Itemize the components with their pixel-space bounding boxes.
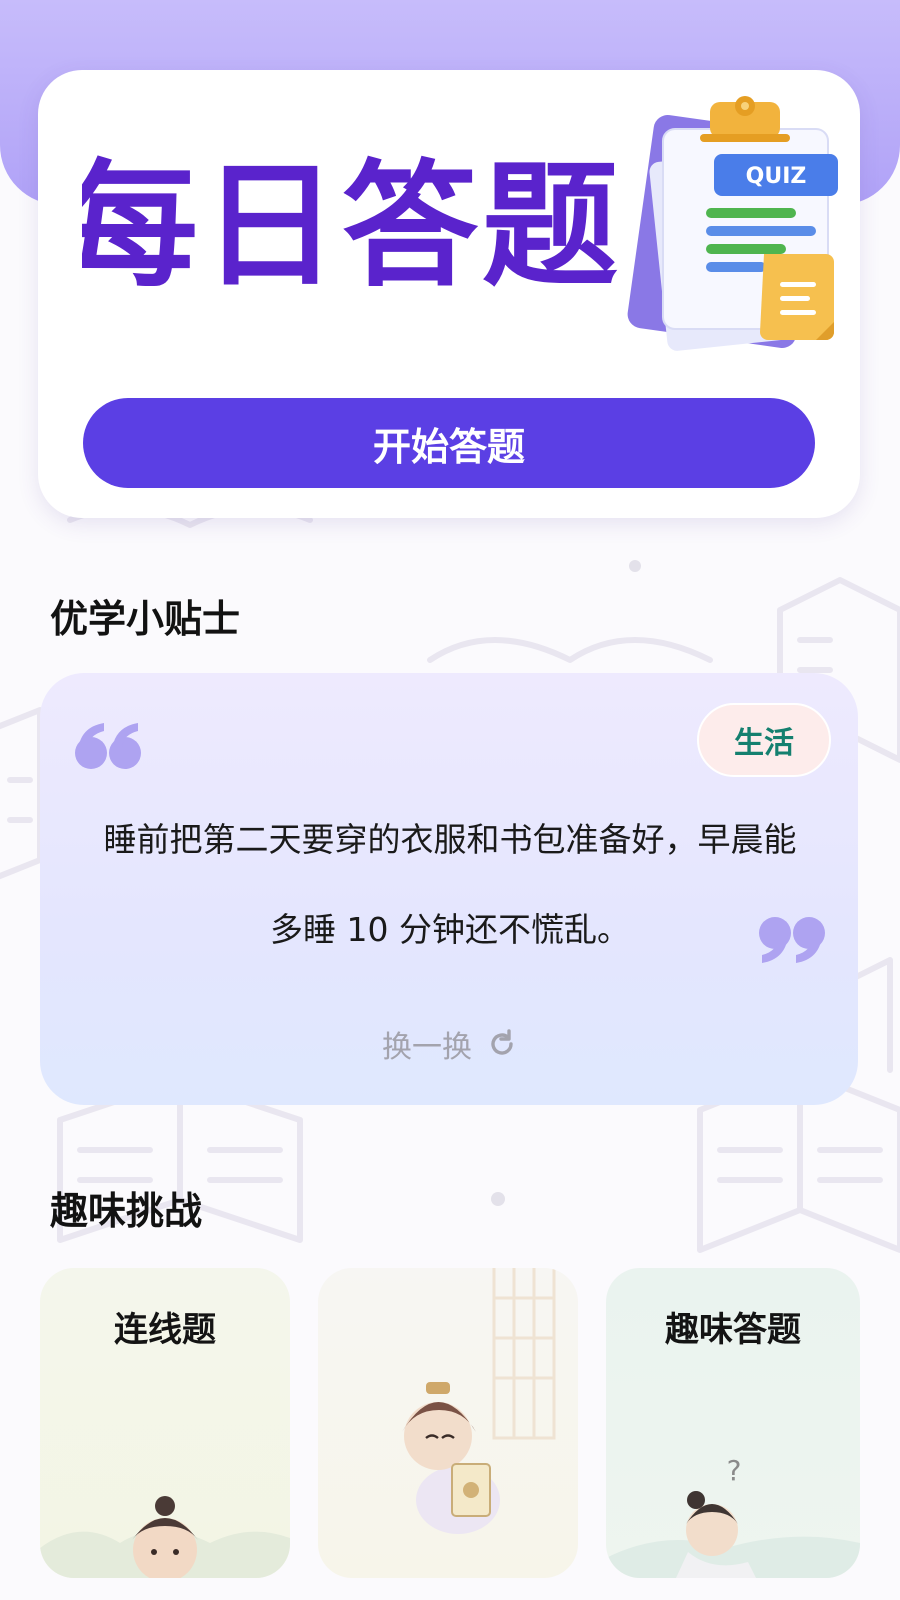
matching-card-title: 连线题 [114, 1310, 216, 1350]
refresh-icon [491, 1029, 513, 1055]
tips-section-title: 优学小贴士 [50, 597, 241, 641]
clipboard-quiz-icon: QUIZ [627, 96, 838, 351]
scholar-illustration [402, 1268, 556, 1534]
daily-quiz-card: 每日答题 QUIZ 开始答题 [38, 70, 860, 518]
challenges-section-title: 趣味挑战 [50, 1189, 203, 1233]
tip-text: 睡前把第二天要穿的衣服和书包准备好，早晨能多睡 10 分钟还不慌乱。 [103, 820, 797, 949]
fun-quiz-challenge-card[interactable]: ? 趣味答题 [606, 1268, 860, 1578]
fun-quiz-card-title: 趣味答题 [665, 1310, 801, 1350]
illustrated-challenge-card[interactable] [318, 1268, 578, 1578]
refresh-label: 换一换 [382, 1030, 472, 1065]
category-tag: 生活 [697, 703, 831, 777]
page-title: 每日答题 [82, 148, 622, 306]
matching-challenge-card[interactable]: 连线题 [40, 1268, 290, 1578]
svg-text:?: ? [727, 1454, 742, 1487]
refresh-tip-button[interactable]: 换一换 [360, 1017, 540, 1071]
start-quiz-button[interactable]: 开始答题 [83, 398, 815, 488]
quote-close-icon [759, 917, 825, 963]
quote-open-icon [75, 723, 141, 769]
quiz-label: QUIZ [746, 164, 807, 189]
tip-card: 生活 睡前把第二天要穿的衣服和书包准备好，早晨能多睡 10 分钟还不慌乱。 换一… [40, 673, 858, 1105]
